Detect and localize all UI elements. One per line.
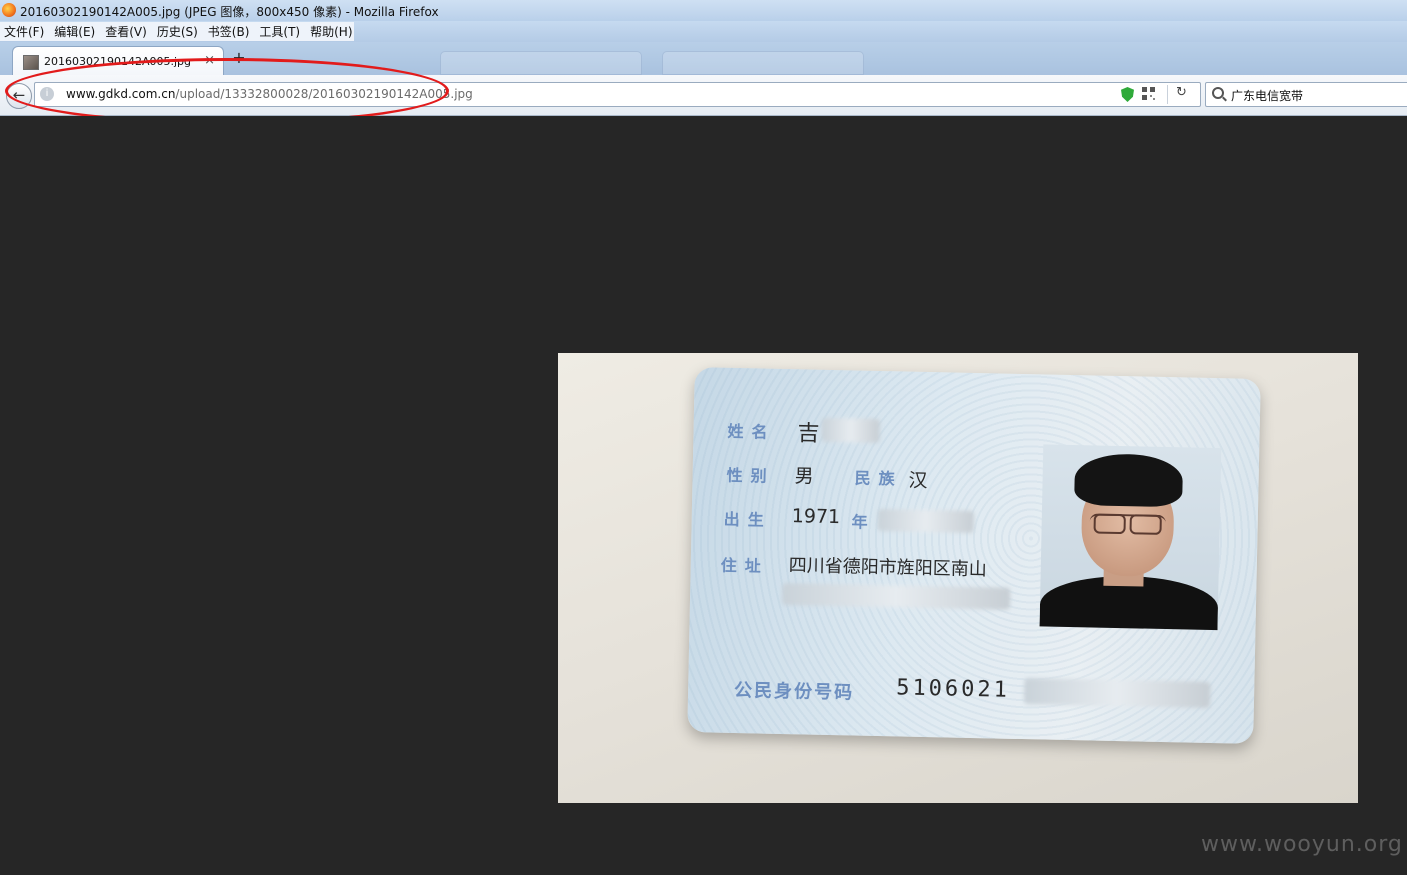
- menu-bar: 文件(F) 编辑(E) 查看(V) 历史(S) 书签(B) 工具(T) 帮助(H…: [0, 21, 1407, 42]
- site-identity-icon[interactable]: i: [40, 87, 54, 101]
- address-value: 四川省德阳市旌阳区南山: [788, 555, 987, 581]
- url-path: /upload/13332800028/20160302190142A005.j…: [175, 87, 473, 101]
- shield-icon[interactable]: [1121, 87, 1134, 102]
- birth-year: 1971: [791, 505, 841, 529]
- menu-bookmarks[interactable]: 书签(B): [204, 23, 256, 40]
- menu-tools[interactable]: 工具(T): [255, 23, 306, 40]
- search-bar[interactable]: 广东电信宽带: [1205, 82, 1407, 107]
- menu-view[interactable]: 查看(V): [101, 23, 153, 40]
- firefox-icon: [2, 3, 16, 17]
- redaction-blur: [821, 417, 880, 443]
- reload-icon[interactable]: ↻: [1176, 85, 1187, 100]
- menu-list: 文件(F) 编辑(E) 查看(V) 历史(S) 书签(B) 工具(T) 帮助(H…: [0, 22, 354, 41]
- menu-help[interactable]: 帮助(H): [306, 23, 358, 40]
- name-label: 姓名: [727, 421, 776, 442]
- address-bar[interactable]: i www.gdkd.com.cn/upload/13332800028/201…: [34, 82, 1201, 107]
- name-value: 吉: [797, 421, 820, 447]
- menu-file[interactable]: 文件(F): [0, 23, 50, 40]
- search-icon[interactable]: [1212, 87, 1224, 99]
- watermark-text: www.wooyun.org: [1201, 832, 1403, 857]
- menu-history[interactable]: 历史(S): [153, 23, 204, 40]
- redaction-blur: [1023, 678, 1211, 708]
- tab-current-image[interactable]: 20160302190142A005.jpg ( ×: [12, 46, 224, 76]
- url-text[interactable]: www.gdkd.com.cn/upload/13332800028/20160…: [66, 87, 473, 101]
- displayed-image[interactable]: 姓名 吉 性别 男 民族 汉 出生 1971 年 住址 四川省德阳市旌阳区南山: [558, 353, 1358, 803]
- ethnicity-value: 汉: [908, 469, 928, 493]
- id-card: 姓名 吉 性别 男 民族 汉 出生 1971 年 住址 四川省德阳市旌阳区南山: [687, 367, 1261, 744]
- image-viewer-area: 姓名 吉 性别 男 民族 汉 出生 1971 年 住址 四川省德阳市旌阳区南山: [0, 116, 1407, 875]
- back-button[interactable]: ←: [6, 83, 32, 109]
- qr-code-icon[interactable]: [1142, 87, 1155, 100]
- title-bar: 20160302190142A005.jpg (JPEG 图像，800x450 …: [0, 0, 1407, 21]
- redaction-blur: [877, 508, 974, 533]
- id-number-label: 公民身份号码: [733, 680, 855, 704]
- navigation-bar: ← i www.gdkd.com.cn/upload/13332800028/2…: [0, 75, 1407, 116]
- gender-value: 男: [794, 465, 814, 488]
- search-engine-text[interactable]: 广东电信宽带: [1231, 87, 1303, 104]
- portrait-glasses: [1089, 513, 1166, 532]
- tab-strip: 20160302190142A005.jpg ( ×: [0, 42, 1407, 76]
- window-title: 20160302190142A005.jpg (JPEG 图像，800x450 …: [20, 5, 439, 19]
- address-label: 住址: [720, 555, 769, 576]
- url-divider: [1167, 85, 1168, 104]
- image-favicon-icon: [23, 55, 39, 70]
- tab-label: 20160302190142A005.jpg (: [44, 55, 194, 68]
- firefox-window: 20160302190142A005.jpg (JPEG 图像，800x450 …: [0, 0, 1407, 875]
- birth-label: 出生: [723, 509, 772, 530]
- gender-label: 性别: [726, 465, 775, 486]
- ethnicity-label: 民族: [854, 468, 903, 489]
- new-tab-button[interactable]: +: [230, 48, 248, 67]
- tab-close-icon[interactable]: ×: [204, 53, 215, 68]
- background-tab[interactable]: [662, 51, 864, 75]
- portrait-photo: [1039, 444, 1222, 631]
- id-number-value: 5106021: [895, 675, 1011, 703]
- portrait-hair: [1074, 453, 1184, 508]
- birth-year-char: 年: [851, 512, 868, 532]
- url-host: www.gdkd.com.cn: [66, 87, 176, 101]
- background-tab[interactable]: [440, 51, 642, 75]
- menu-edit[interactable]: 编辑(E): [50, 23, 101, 40]
